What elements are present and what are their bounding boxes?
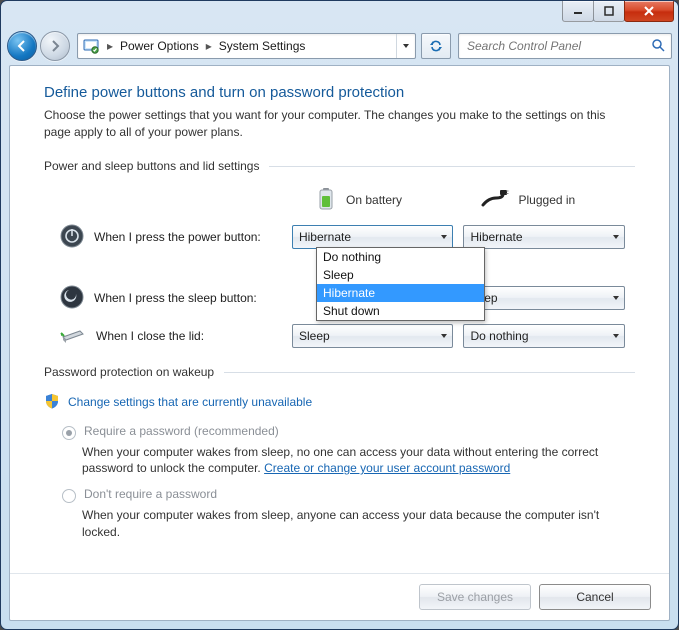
divider (269, 166, 635, 167)
breadcrumb-caret[interactable]: ▸ (104, 39, 116, 53)
divider (224, 372, 635, 373)
battery-icon (316, 187, 336, 214)
row-close-lid: When I close the lid: Sleep Do nothing (44, 324, 635, 349)
dropdown-list-open: Do nothing Sleep Hibernate Shut down (316, 247, 485, 321)
dropdown-value: Do nothing (470, 329, 528, 343)
refresh-button[interactable] (421, 33, 451, 59)
window-frame: ▸ Power Options ▸ System Settings (0, 0, 679, 630)
column-label: Plugged in (519, 193, 576, 207)
titlebar[interactable] (1, 1, 678, 29)
address-dropdown[interactable] (396, 34, 415, 58)
row-label: When I press the sleep button: (94, 291, 257, 305)
dropdown-power-plugged[interactable]: Hibernate (463, 225, 625, 249)
breadcrumb-root-icon[interactable] (78, 34, 104, 58)
breadcrumb-caret[interactable]: ▸ (203, 39, 215, 53)
chevron-down-icon (612, 291, 620, 305)
dropdown-value: Sleep (299, 329, 330, 343)
dropdown-option[interactable]: Do nothing (317, 248, 484, 266)
cancel-button[interactable]: Cancel (539, 584, 651, 610)
search-box[interactable] (458, 33, 672, 59)
dropdown-option-selected[interactable]: Hibernate (317, 284, 484, 302)
radio-label: Don't require a password (84, 487, 217, 501)
search-input[interactable] (465, 38, 647, 54)
address-bar[interactable]: ▸ Power Options ▸ System Settings (77, 33, 416, 59)
group-header-label: Power and sleep buttons and lid settings (44, 159, 259, 173)
row-power-button: When I press the power button: Hibernate… (44, 224, 635, 251)
radio-button-disabled (62, 426, 76, 440)
shield-icon (44, 393, 60, 412)
page-title: Define power buttons and turn on passwor… (44, 84, 635, 101)
change-settings-link-row: Change settings that are currently unava… (44, 393, 635, 412)
forward-button[interactable] (40, 31, 70, 61)
dropdown-option[interactable]: Shut down (317, 302, 484, 320)
dropdown-power-battery[interactable]: Hibernate (292, 225, 454, 249)
lid-icon (60, 324, 86, 349)
column-label: On battery (346, 193, 402, 207)
minimize-button[interactable] (562, 0, 594, 22)
dropdown-lid-battery[interactable]: Sleep (292, 324, 454, 348)
row-label: When I close the lid: (96, 329, 204, 343)
close-button[interactable] (624, 0, 674, 22)
group-header-buttons-lid: Power and sleep buttons and lid settings (44, 159, 635, 173)
dropdown-value: Hibernate (299, 230, 351, 244)
columns-header: On battery Plugged in (316, 187, 635, 214)
plug-icon (481, 190, 509, 211)
chevron-down-icon (612, 230, 620, 244)
dropdown-lid-plugged[interactable]: Do nothing (463, 324, 625, 348)
maximize-button[interactable] (593, 0, 625, 22)
chevron-down-icon (440, 329, 448, 343)
save-changes-button[interactable]: Save changes (419, 584, 531, 610)
radio-button-disabled (62, 489, 76, 503)
dropdown-option[interactable]: Sleep (317, 266, 484, 284)
power-icon (60, 224, 84, 251)
radio-label: Require a password (recommended) (84, 424, 279, 438)
sleep-icon (60, 285, 84, 312)
content-panel: Define power buttons and turn on passwor… (9, 65, 670, 621)
footer-buttons: Save changes Cancel (10, 573, 669, 620)
group-header-label: Password protection on wakeup (44, 365, 214, 379)
caption-buttons (563, 0, 674, 22)
breadcrumb-item-power-options[interactable]: Power Options (116, 34, 203, 58)
create-password-link[interactable]: Create or change your user account passw… (264, 461, 510, 475)
group-header-password: Password protection on wakeup (44, 365, 635, 379)
column-plugged-in: Plugged in (481, 187, 636, 214)
dropdown-value: Hibernate (470, 230, 522, 244)
radio-norequire-description: When your computer wakes from sleep, any… (82, 507, 635, 541)
radio-dont-require-password: Don't require a password (62, 487, 635, 503)
back-button[interactable] (7, 31, 37, 61)
row-label: When I press the power button: (94, 230, 261, 244)
change-settings-link[interactable]: Change settings that are currently unava… (68, 395, 312, 409)
search-icon[interactable] (651, 38, 665, 55)
navigation-bar: ▸ Power Options ▸ System Settings (1, 29, 678, 65)
radio-require-description: When your computer wakes from sleep, no … (82, 444, 635, 478)
page-description: Choose the power settings that you want … (44, 107, 635, 141)
column-on-battery: On battery (316, 187, 471, 214)
breadcrumb-item-system-settings[interactable]: System Settings (215, 34, 310, 58)
chevron-down-icon (440, 230, 448, 244)
radio-require-password: Require a password (recommended) (62, 424, 635, 440)
chevron-down-icon (612, 329, 620, 343)
